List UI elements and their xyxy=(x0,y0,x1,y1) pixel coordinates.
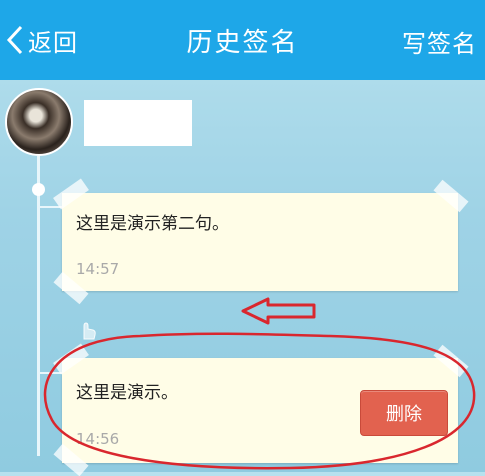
signature-text: 这里是演示。 xyxy=(76,383,178,403)
signature-card[interactable]: 这里是演示第二句。 14:57 xyxy=(53,178,469,305)
signature-card[interactable]: 这里是演示。 14:56 删除 xyxy=(53,343,469,476)
write-signature-button[interactable]: 写签名 xyxy=(402,24,477,59)
username-redacted xyxy=(84,100,192,146)
tape-decoration xyxy=(53,178,89,210)
red-arrow-annotation xyxy=(241,297,316,325)
tape-decoration xyxy=(433,344,469,378)
avatar[interactable] xyxy=(5,88,73,156)
tape-decoration xyxy=(53,343,89,375)
signature-time: 14:57 xyxy=(76,260,120,278)
signature-text: 这里是演示第二句。 xyxy=(76,214,229,234)
top-bar: 返回 历史签名 写签名 xyxy=(0,0,485,80)
timeline-dot xyxy=(32,183,45,196)
tape-decoration xyxy=(433,179,469,213)
signature-time: 14:56 xyxy=(76,430,120,448)
timeline-line xyxy=(37,156,40,456)
tape-decoration xyxy=(53,443,89,476)
delete-button[interactable]: 删除 xyxy=(360,390,448,436)
hand-pointer-icon xyxy=(83,322,96,340)
